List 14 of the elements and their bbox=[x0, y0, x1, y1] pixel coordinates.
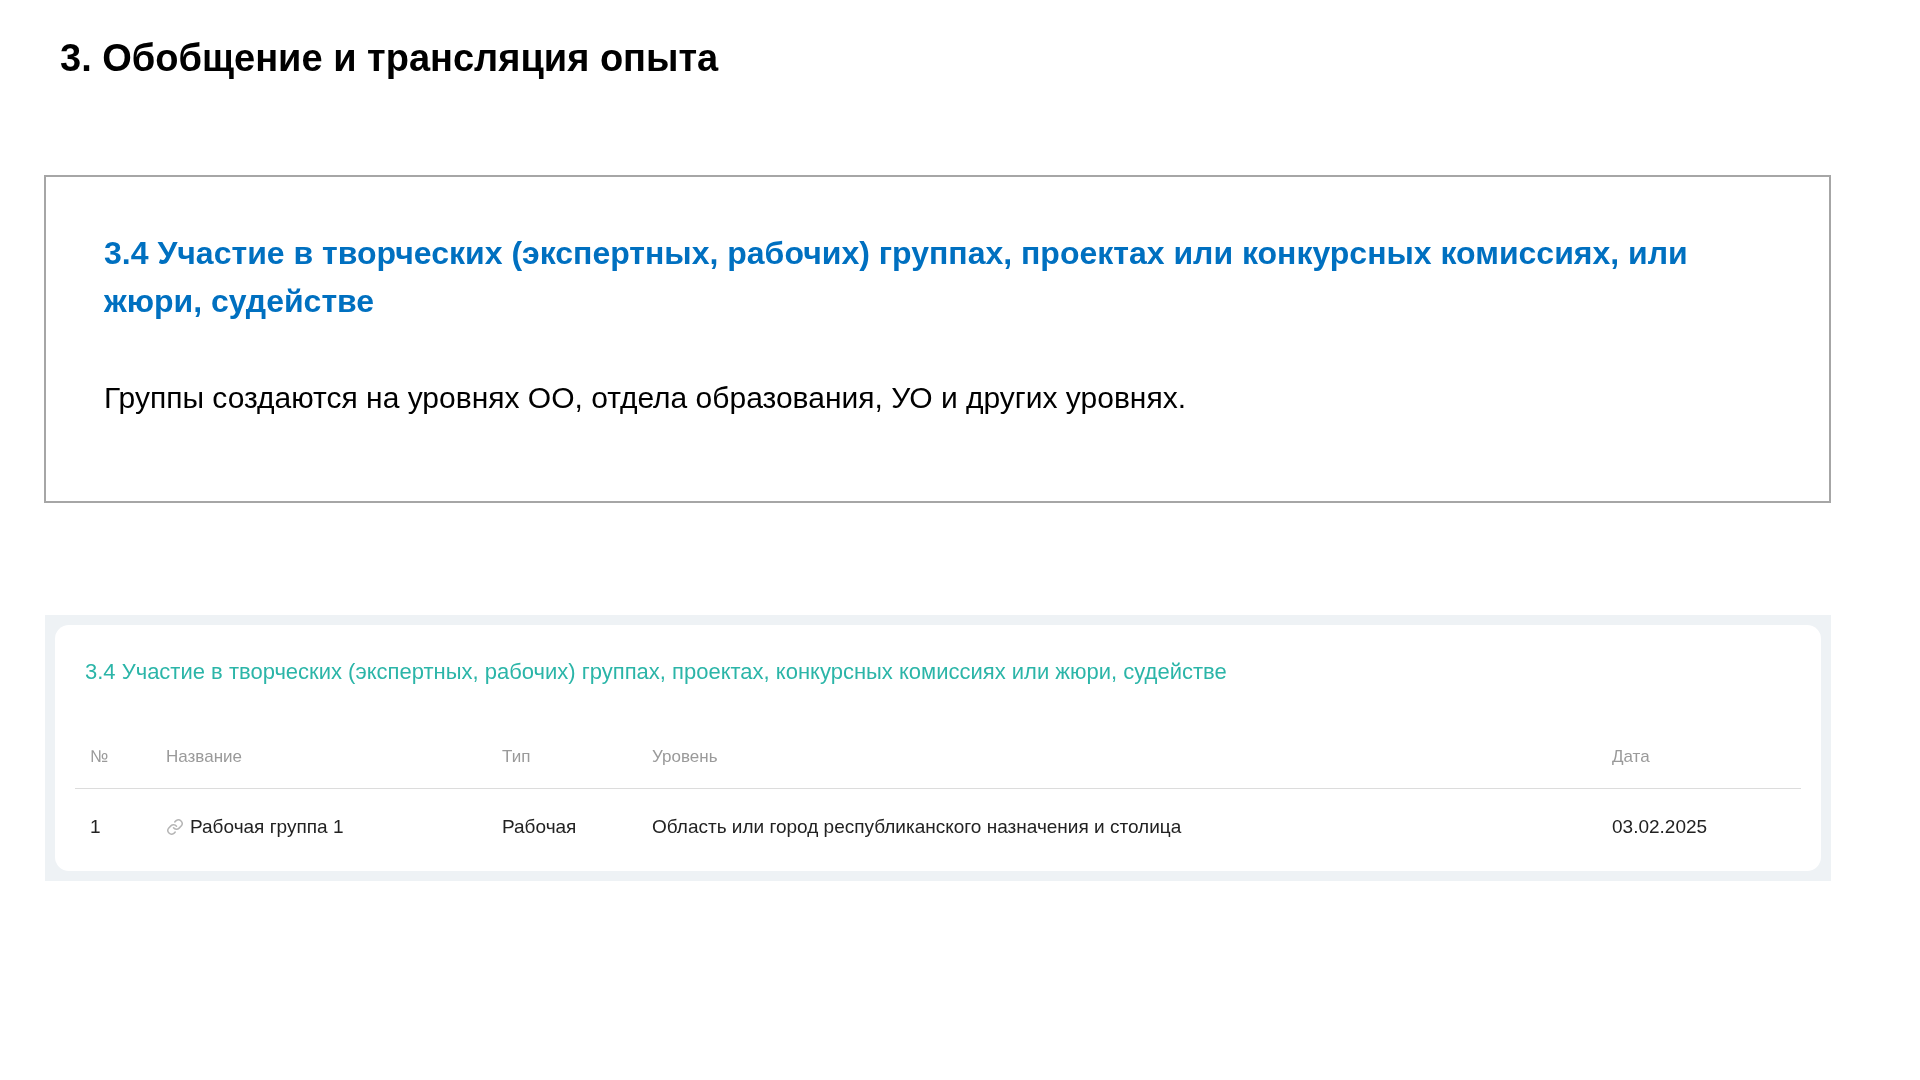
column-header: Название bbox=[166, 746, 242, 768]
info-box-title: 3.4 Участие в творческих (экспертных, рабочих) группах, проектах или конкурсных комиссиях, или жюри, судействе bbox=[104, 234, 1689, 321]
page-heading: 3. Обобщение и трансляция опыта bbox=[60, 36, 719, 81]
column-header: Тип bbox=[502, 746, 531, 768]
table-cell-text: Область или город республиканского назначения и столица bbox=[652, 814, 1182, 839]
table-cell-text: Рабочая bbox=[502, 814, 577, 839]
info-box-text: Группы создаются на уровнях ОО, отдела образования, УО и других уровнях. bbox=[104, 380, 1186, 416]
table-cell-text: Рабочая группа 1 bbox=[190, 814, 344, 839]
table-cell-text: 1 bbox=[90, 814, 101, 839]
table-card-title: 3.4 Участие в творческих (экспертных, рабочих) группах, проектах, конкурсных комиссиях или жюри, судействе bbox=[85, 658, 1227, 686]
column-header: Дата bbox=[1612, 746, 1650, 768]
table-cell-text: 03.02.2025 bbox=[1612, 814, 1708, 839]
column-header: № bbox=[90, 746, 109, 768]
column-header: Уровень bbox=[652, 746, 718, 768]
